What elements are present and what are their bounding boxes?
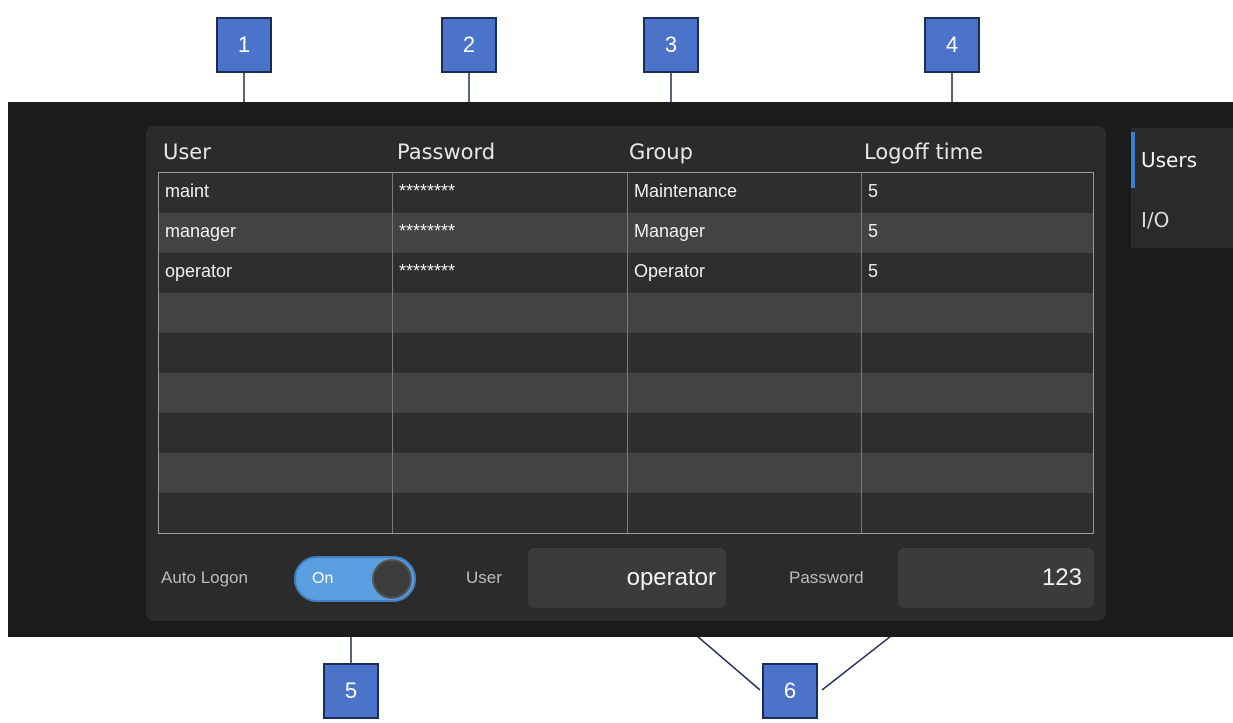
table-cell-group[interactable] [628, 453, 862, 493]
column-header-user: User [163, 140, 211, 164]
table-cell-logoff-time[interactable]: 5 [862, 253, 1093, 293]
table-cell-user[interactable] [159, 293, 393, 333]
table-cell-password[interactable] [393, 333, 628, 373]
auto-logon-label: Auto Logon [161, 568, 248, 587]
callout-3: 3 [643, 17, 699, 73]
table-cell-password[interactable] [393, 453, 628, 493]
column-header-logoff-time: Logoff time [864, 140, 983, 164]
callout-4: 4 [924, 17, 980, 73]
table-row[interactable]: manager ******** Manager 5 [159, 213, 1093, 253]
table-cell-password[interactable] [393, 493, 628, 533]
table-cell-logoff-time[interactable] [862, 373, 1093, 413]
column-header-group: Group [629, 140, 693, 164]
table-cell-password[interactable] [393, 293, 628, 333]
table-row[interactable] [159, 453, 1093, 493]
table-cell-group[interactable] [628, 413, 862, 453]
table-cell-user[interactable]: manager [159, 213, 393, 253]
table-row[interactable] [159, 493, 1093, 533]
table-row[interactable] [159, 373, 1093, 413]
side-tab-bar: Users I/O [1131, 128, 1233, 248]
table-cell-logoff-time[interactable] [862, 333, 1093, 373]
table-cell-password[interactable]: ******** [393, 173, 628, 213]
table-cell-user[interactable] [159, 373, 393, 413]
auto-logon-password-field[interactable]: 123 [898, 548, 1094, 608]
table-row[interactable] [159, 293, 1093, 333]
table-row[interactable]: maint ******** Maintenance 5 [159, 173, 1093, 213]
table-cell-logoff-time[interactable]: 5 [862, 213, 1093, 253]
table-cell-user[interactable]: maint [159, 173, 393, 213]
users-table: maint ******** Maintenance 5 manager ***… [158, 172, 1094, 534]
table-cell-logoff-time[interactable]: 5 [862, 173, 1093, 213]
auto-logon-toggle[interactable]: On [294, 556, 416, 602]
table-cell-group[interactable] [628, 493, 862, 533]
user-field-label: User [466, 568, 502, 587]
column-header-password: Password [397, 140, 496, 164]
table-cell-user[interactable] [159, 333, 393, 373]
table-cell-password[interactable] [393, 373, 628, 413]
auto-logon-user-field[interactable]: operator [528, 548, 726, 608]
table-cell-user[interactable]: operator [159, 253, 393, 293]
callout-1: 1 [216, 17, 272, 73]
table-cell-group[interactable]: Operator [628, 253, 862, 293]
table-cell-logoff-time[interactable] [862, 413, 1093, 453]
tab-users[interactable]: Users [1131, 132, 1233, 188]
table-cell-password[interactable]: ******** [393, 213, 628, 253]
table-cell-group[interactable]: Manager [628, 213, 862, 253]
table-cell-user[interactable] [159, 453, 393, 493]
tab-io[interactable]: I/O [1131, 192, 1233, 248]
table-cell-password[interactable] [393, 413, 628, 453]
table-cell-logoff-time[interactable] [862, 293, 1093, 333]
callout-5: 5 [323, 663, 379, 719]
table-cell-group[interactable]: Maintenance [628, 173, 862, 213]
table-cell-logoff-time[interactable] [862, 453, 1093, 493]
callout-6: 6 [762, 663, 818, 719]
table-cell-group[interactable] [628, 373, 862, 413]
callout-2: 2 [441, 17, 497, 73]
table-row[interactable]: operator ******** Operator 5 [159, 253, 1093, 293]
table-cell-group[interactable] [628, 333, 862, 373]
toggle-knob [372, 559, 412, 599]
table-cell-user[interactable] [159, 413, 393, 453]
table-row[interactable] [159, 333, 1093, 373]
table-cell-group[interactable] [628, 293, 862, 333]
table-cell-logoff-time[interactable] [862, 493, 1093, 533]
password-field-label: Password [789, 568, 864, 587]
toggle-state-label: On [312, 570, 334, 587]
table-cell-password[interactable]: ******** [393, 253, 628, 293]
table-cell-user[interactable] [159, 493, 393, 533]
table-row[interactable] [159, 413, 1093, 453]
